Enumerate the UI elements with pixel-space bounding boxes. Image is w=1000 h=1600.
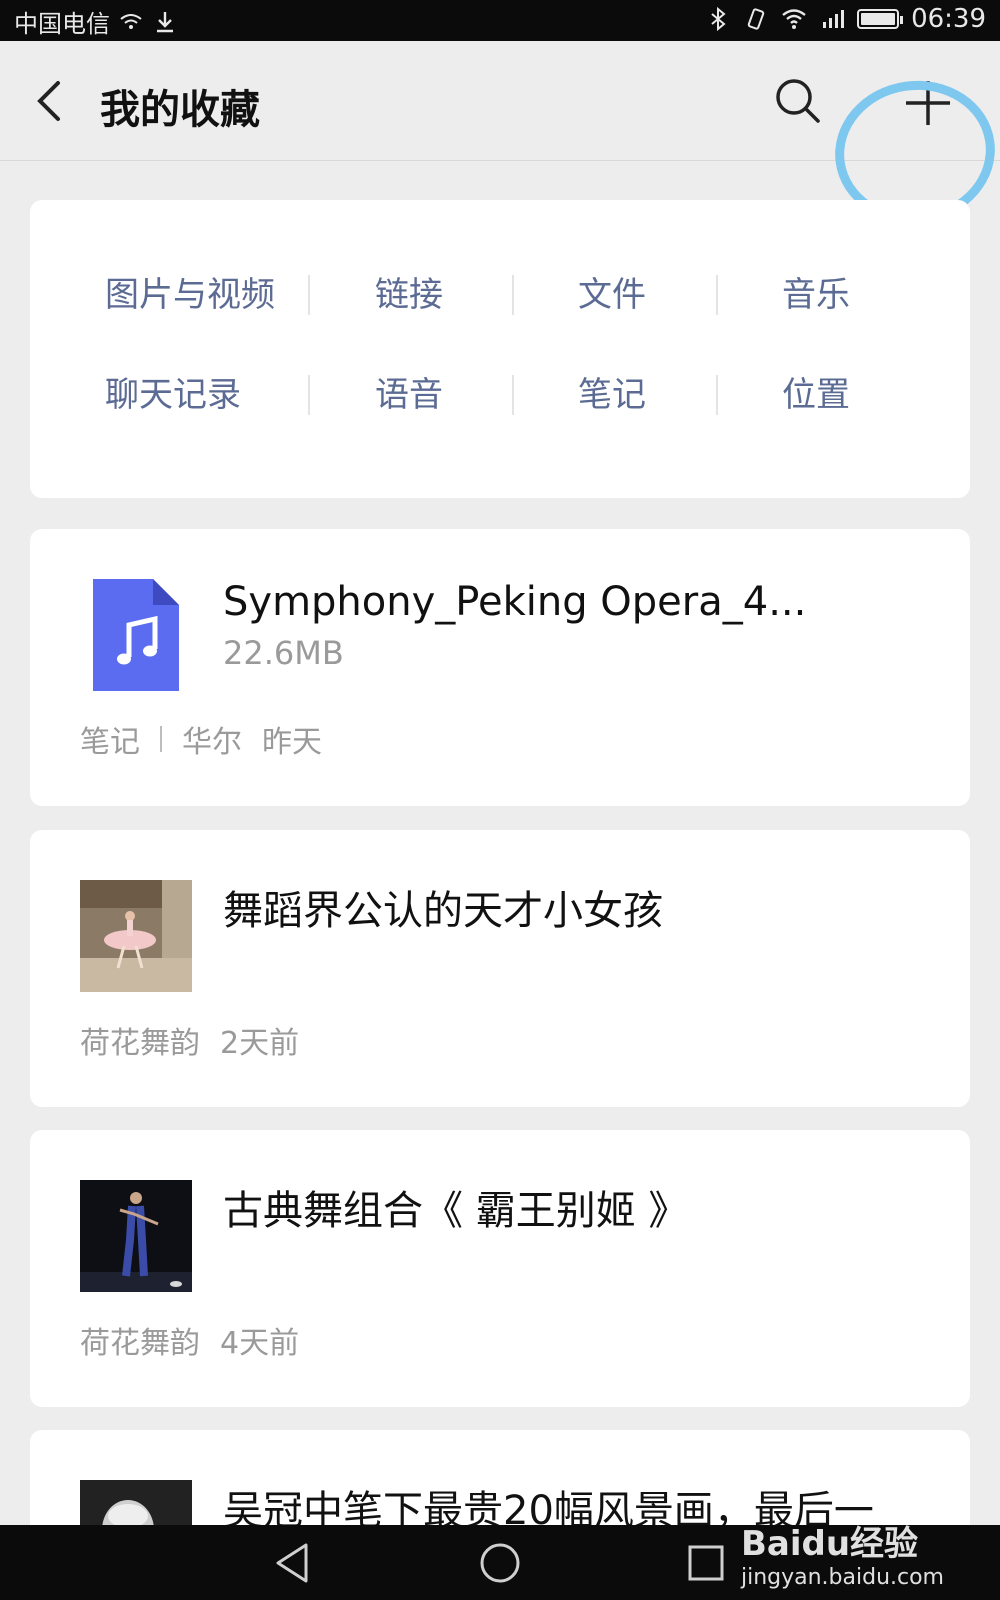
classical-dancer-image bbox=[80, 1180, 192, 1292]
category-notes[interactable]: 笔记 bbox=[578, 370, 646, 420]
item-title: Symphony_Peking Opera_4... bbox=[223, 579, 807, 625]
status-bar: 中国电信 06:39 bbox=[0, 0, 1000, 41]
wifi-icon bbox=[782, 9, 806, 29]
item-title: 舞蹈界公认的天才小女孩 bbox=[223, 888, 663, 934]
category-card: 图片与视频 链接 文件 音乐 聊天记录 语音 笔记 位置 bbox=[30, 200, 970, 498]
portrait-image bbox=[80, 1480, 192, 1525]
category-chat-history[interactable]: 聊天记录 bbox=[105, 370, 241, 420]
nav-bar: 我的收藏 bbox=[0, 41, 1000, 234]
watermark-brand: Baidu经验 bbox=[740, 1524, 919, 1564]
item-thumbnail bbox=[80, 880, 192, 992]
item-time: 2天前 bbox=[220, 1026, 300, 1061]
status-left: 中国电信 bbox=[14, 4, 178, 39]
divider bbox=[716, 275, 718, 315]
item-meta: 荷花舞韵 4天前 bbox=[80, 1318, 299, 1362]
nav-home-icon[interactable] bbox=[478, 1541, 522, 1585]
item-title: 古典舞组合《 霸王别姬 》 bbox=[223, 1188, 689, 1234]
item-meta: 荷花舞韵 2天前 bbox=[80, 1018, 299, 1062]
vibrate-icon bbox=[747, 8, 765, 30]
category-links[interactable]: 链接 bbox=[375, 270, 443, 320]
item-meta: 笔记 华尔 昨天 bbox=[80, 717, 322, 761]
item-source: 荷花舞韵 bbox=[80, 1326, 200, 1361]
back-arrow-icon[interactable] bbox=[30, 77, 70, 125]
wifi-off-icon bbox=[120, 13, 142, 29]
watermark: Baidu经验 jingyan.baidu.com bbox=[741, 1516, 944, 1590]
nav-back-icon[interactable] bbox=[272, 1541, 312, 1585]
divider bbox=[308, 275, 310, 315]
divider bbox=[716, 375, 718, 415]
download-icon bbox=[157, 11, 173, 32]
favorite-item[interactable]: 古典舞组合《 霸王别姬 》 荷花舞韵 4天前 bbox=[30, 1130, 970, 1407]
favorite-item[interactable]: 舞蹈界公认的天才小女孩 荷花舞韵 2天前 bbox=[30, 830, 970, 1107]
page-title: 我的收藏 bbox=[100, 87, 260, 133]
category-location[interactable]: 位置 bbox=[782, 370, 850, 420]
carrier-label: 中国电信 bbox=[14, 10, 110, 38]
status-right: 06:39 bbox=[705, 4, 986, 34]
search-icon[interactable] bbox=[772, 75, 824, 127]
item-source: 华尔 bbox=[182, 725, 242, 760]
category-music[interactable]: 音乐 bbox=[782, 270, 850, 320]
divider bbox=[512, 275, 514, 315]
divider bbox=[308, 375, 310, 415]
item-tag: 笔记 bbox=[80, 725, 140, 760]
category-files[interactable]: 文件 bbox=[578, 270, 646, 320]
signal-icon bbox=[823, 10, 845, 28]
nav-recents-icon[interactable] bbox=[686, 1543, 726, 1583]
category-photos-videos[interactable]: 图片与视频 bbox=[105, 270, 275, 320]
item-thumbnail bbox=[80, 1480, 192, 1525]
battery-icon bbox=[857, 9, 904, 29]
music-file-icon bbox=[93, 579, 179, 691]
category-voice[interactable]: 语音 bbox=[375, 370, 443, 420]
item-time: 4天前 bbox=[220, 1326, 300, 1361]
item-source: 荷花舞韵 bbox=[80, 1026, 200, 1061]
divider bbox=[160, 726, 162, 752]
category-grid: 图片与视频 链接 文件 音乐 聊天记录 语音 笔记 位置 bbox=[30, 200, 970, 498]
item-size: 22.6MB bbox=[223, 634, 344, 672]
divider bbox=[512, 375, 514, 415]
bluetooth-icon bbox=[711, 6, 726, 32]
ballet-dancer-image bbox=[80, 880, 192, 992]
clock: 06:39 bbox=[911, 4, 986, 34]
watermark-url: jingyan.baidu.com bbox=[740, 1565, 944, 1590]
favorite-item[interactable]: Symphony_Peking Opera_4... 22.6MB 笔记 华尔 … bbox=[30, 529, 970, 806]
item-thumbnail bbox=[80, 1180, 192, 1292]
item-time: 昨天 bbox=[262, 725, 322, 760]
